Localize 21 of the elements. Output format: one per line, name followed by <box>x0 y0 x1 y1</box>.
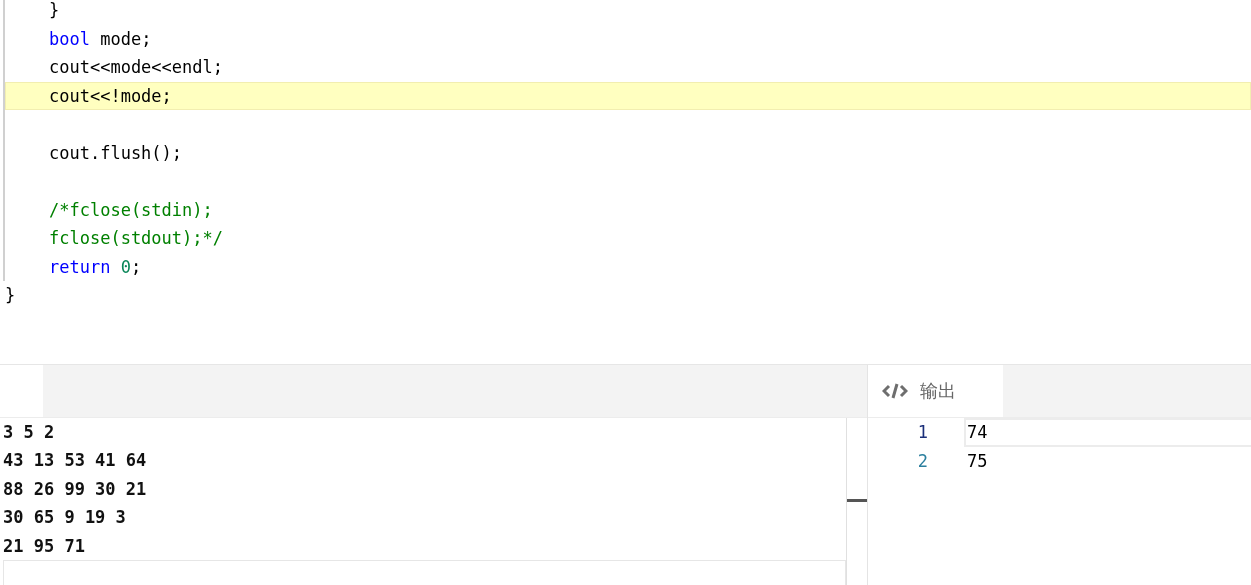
input-line: 21 95 71 <box>2 534 86 558</box>
scroll-marker <box>847 498 867 502</box>
input-field[interactable] <box>3 560 846 585</box>
line-number: 1 <box>916 422 928 442</box>
panel-tab[interactable] <box>0 364 43 417</box>
output-tab[interactable]: 输出 <box>868 364 1003 417</box>
code-line: } <box>3 0 1251 25</box>
code-line: fclose(stdout);*/ <box>3 224 1251 253</box>
input-line: 30 65 9 19 3 <box>2 506 127 529</box>
input-line: 88 26 99 30 21 <box>2 477 148 501</box>
input-line: 3 5 2 <box>2 420 56 444</box>
output-value: 74 <box>964 417 1251 447</box>
code-line: return 0; <box>3 252 1251 281</box>
code-line: /*fclose(stdin); <box>3 195 1251 224</box>
output-value: 75 <box>966 450 989 473</box>
code-line: } <box>4 284 17 307</box>
scrollbar[interactable] <box>846 417 867 585</box>
code-line: cout.flush(); <box>3 138 1251 167</box>
input-line: 43 13 53 41 64 <box>2 449 148 472</box>
code-line: bool mode; <box>3 24 1251 53</box>
line-number: 2 <box>916 451 928 471</box>
